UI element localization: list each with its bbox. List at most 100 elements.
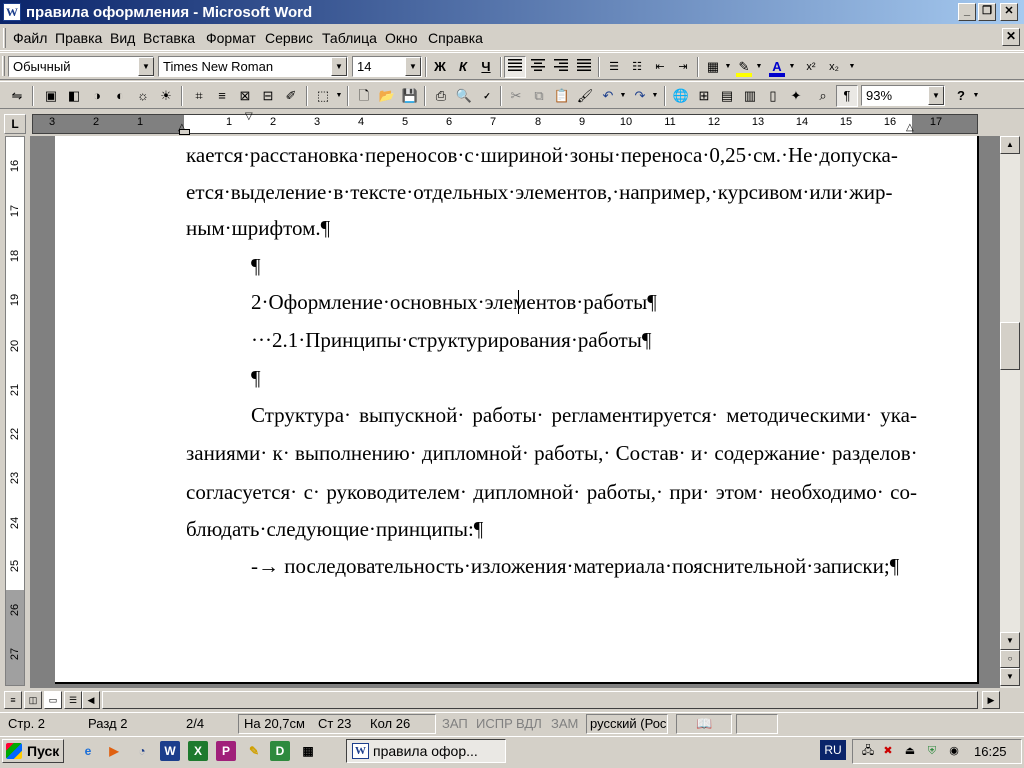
cut-button[interactable]: ✂ [505, 85, 527, 107]
insert-picture-button[interactable]: ▣ [40, 85, 62, 107]
powerpoint-icon[interactable]: P [216, 741, 236, 761]
empty-paragraph[interactable]: ¶ [251, 254, 261, 279]
document-map-button[interactable]: ⇋ [6, 85, 28, 107]
title-bar[interactable]: W правила оформления - Microsoft Word _ … [0, 0, 1024, 24]
style-dropdown-arrow[interactable]: ▼ [138, 57, 154, 76]
image-control-button[interactable]: ◧ [63, 85, 85, 107]
internet-explorer-icon[interactable]: e [78, 741, 98, 761]
calendar-icon[interactable]: ▦ [298, 741, 318, 761]
print-preview-button[interactable]: 🔍 [453, 85, 475, 107]
menu-file[interactable]: Файл [13, 30, 47, 46]
show-formatting-marks-button[interactable]: ¶ [836, 85, 858, 107]
status-language[interactable]: русский (Рос [590, 716, 666, 731]
word-doc-icon[interactable]: W [3, 3, 21, 21]
columns-button[interactable]: ▯ [762, 85, 784, 107]
menu-tools[interactable]: Сервис [265, 30, 313, 46]
more-brightness-button[interactable]: ☼ [132, 85, 154, 107]
horizontal-scroll-thumb[interactable] [102, 691, 978, 709]
excel-icon[interactable]: X [188, 741, 208, 761]
zoom-dropdown-arrow[interactable]: ▼ [928, 86, 944, 105]
open-button[interactable]: 📂 [376, 85, 398, 107]
save-button[interactable]: 💾 [399, 85, 421, 107]
status-record-macro[interactable]: ЗАП [442, 716, 468, 731]
menu-table[interactable]: Таблица [322, 30, 377, 46]
underline-button[interactable]: Ч [475, 56, 497, 78]
text-line[interactable]: заниями· к· выполнению· дипломной· работ… [186, 441, 918, 466]
transparent-dropdown-arrow[interactable]: ▼ [335, 85, 343, 107]
vertical-scrollbar[interactable] [1000, 136, 1020, 688]
scroll-right-button[interactable]: ▶ [982, 691, 1000, 709]
scroll-down-button[interactable]: ▼ [1000, 632, 1020, 650]
less-brightness-button[interactable]: ☀ [155, 85, 177, 107]
font-color-button[interactable]: A [766, 56, 788, 78]
menu-format[interactable]: Формат [206, 30, 256, 46]
status-overtype[interactable]: ЗАМ [551, 716, 578, 731]
menu-edit[interactable]: Правка [55, 30, 102, 46]
subsection-heading[interactable]: ···2.1·Принципы·структурирования·работы¶ [251, 328, 651, 353]
status-track-changes[interactable]: ИСПР [476, 716, 513, 731]
outline-view-button[interactable]: ☰ [64, 691, 82, 709]
new-document-button[interactable]: 🗋 [353, 85, 375, 107]
format-painter-button[interactable]: 🖌 [574, 85, 596, 107]
help-button[interactable]: ? [950, 85, 972, 107]
superscript-button[interactable]: x² [800, 56, 822, 78]
text-line[interactable]: ным·шрифтом.¶ [186, 216, 330, 241]
crop-button[interactable]: ⌗ [188, 85, 210, 107]
font-color-dropdown-arrow[interactable]: ▼ [788, 56, 796, 78]
drawing-button[interactable]: ✦ [785, 85, 807, 107]
antivirus-icon[interactable]: ⛨ [924, 743, 940, 759]
list-item[interactable]: -→ последовательность·изложения·материал… [251, 554, 899, 579]
text-line[interactable]: ется·выделение·в·тексте·отдельных·элемен… [186, 180, 917, 205]
undo-button[interactable]: ↶ [597, 85, 619, 107]
copy-button[interactable]: ⧉ [528, 85, 550, 107]
paste-button[interactable]: 📋 [551, 85, 573, 107]
bullets-button[interactable]: ☷ [626, 56, 648, 78]
insert-excel-button[interactable]: ▥ [739, 85, 761, 107]
undo-dropdown-arrow[interactable]: ▼ [619, 85, 627, 107]
section-heading[interactable]: 2·Оформление·основных·элементов·работы¶ [251, 290, 657, 315]
subscript-button[interactable]: x₂ [823, 56, 845, 78]
publisher-icon[interactable]: D [270, 741, 290, 761]
outlook-icon[interactable]: ◔ [132, 741, 152, 761]
numbering-button[interactable]: ☰ [603, 56, 625, 78]
tables-borders-button[interactable]: ⊞ [693, 85, 715, 107]
left-indent-marker[interactable] [179, 129, 190, 135]
insert-hyperlink-button[interactable]: 🌐 [670, 85, 692, 107]
borders-dropdown-arrow[interactable]: ▼ [724, 56, 732, 78]
network-icon[interactable]: 🖧 [860, 743, 876, 759]
align-distributed-button[interactable] [573, 56, 595, 78]
empty-paragraph[interactable]: ¶ [251, 366, 261, 391]
borders-button[interactable]: ▦ [702, 56, 724, 78]
style-combo[interactable]: Обычный [8, 56, 154, 77]
toolbar-options-arrow[interactable]: ▼ [848, 56, 856, 78]
spelling-button[interactable]: ✓ [476, 85, 498, 107]
taskbar-word-button[interactable]: правила офор... [346, 739, 506, 763]
menu-insert[interactable]: Вставка [143, 30, 195, 46]
decrease-indent-button[interactable]: ⇤ [649, 56, 671, 78]
toolbar-grip[interactable] [3, 28, 6, 48]
redo-button[interactable]: ↷ [629, 85, 651, 107]
normal-view-button[interactable]: ≡ [4, 691, 22, 709]
menu-view[interactable]: Вид [110, 30, 135, 46]
status-extend-selection[interactable]: ВДЛ [516, 716, 542, 731]
volume-icon[interactable]: ◉ [946, 743, 962, 759]
right-indent-marker[interactable]: △ [906, 122, 914, 133]
less-contrast-button[interactable]: ◐ [109, 85, 131, 107]
font-combo[interactable]: Times New Roman [158, 56, 348, 77]
insert-table-button[interactable]: ▤ [716, 85, 738, 107]
font-size-dropdown-arrow[interactable]: ▼ [405, 57, 421, 76]
print-layout-view-button[interactable]: ▭ [44, 691, 62, 709]
align-right-button[interactable] [550, 56, 572, 78]
media-player-icon[interactable]: ▶ [104, 741, 124, 761]
word-icon[interactable]: W [160, 741, 180, 761]
font-dropdown-arrow[interactable]: ▼ [331, 57, 347, 76]
first-line-indent-marker[interactable]: ▽ [245, 111, 253, 122]
menu-window[interactable]: Окно [385, 30, 418, 46]
toolbar-grip[interactable] [2, 56, 5, 76]
increase-indent-button[interactable]: ⇥ [672, 56, 694, 78]
set-transparent-color-button[interactable]: ⬚ [312, 85, 334, 107]
tab-selector[interactable]: L [4, 114, 26, 134]
clock[interactable]: 16:25 [974, 744, 1007, 759]
compress-pictures-button[interactable]: ⊠ [234, 85, 256, 107]
highlight-button[interactable]: ✎ [733, 56, 755, 78]
